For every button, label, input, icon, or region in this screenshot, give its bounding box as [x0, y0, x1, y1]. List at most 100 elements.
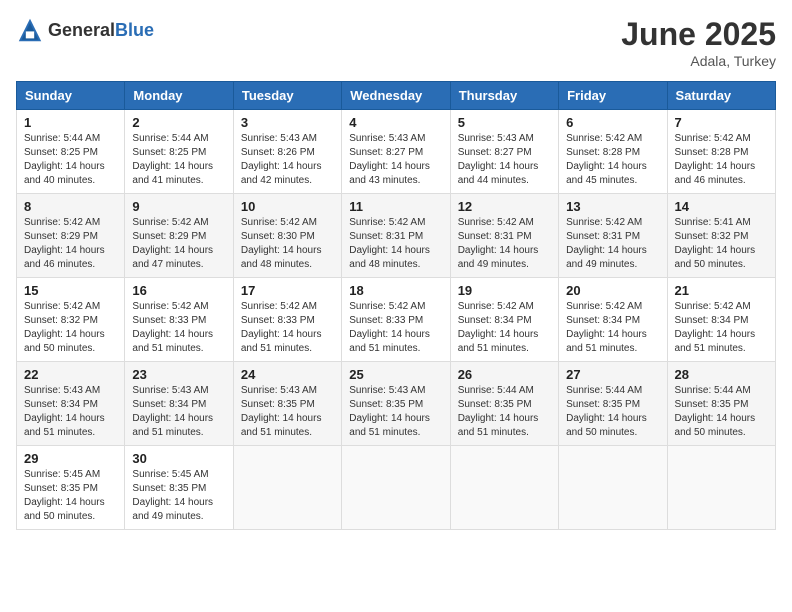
sunrise-label: Sunrise: 5:42 AM [566, 217, 642, 228]
daylight-label: Daylight: 14 hours and 51 minutes. [132, 329, 213, 354]
daylight-label: Daylight: 14 hours and 51 minutes. [566, 329, 647, 354]
sunset-label: Sunset: 8:35 PM [132, 483, 206, 494]
cell-info: Sunrise: 5:42 AMSunset: 8:29 PMDaylight:… [132, 216, 225, 272]
sunset-label: Sunset: 8:25 PM [24, 147, 98, 158]
sunset-label: Sunset: 8:34 PM [675, 315, 749, 326]
sunset-label: Sunset: 8:31 PM [566, 231, 640, 242]
table-row: 26 Sunrise: 5:44 AMSunset: 8:35 PMDayligh… [450, 362, 558, 446]
table-row: 6Sunrise: 5:42 AMSunset: 8:28 PMDaylight… [559, 110, 667, 194]
cell-info: Sunrise: 5:42 AMSunset: 8:34 PMDaylight:… [458, 300, 551, 356]
sunrise-label: Sunrise: 5:42 AM [458, 217, 534, 228]
cell-info: Sunrise: 5:42 AMSunset: 8:32 PMDaylight:… [24, 300, 117, 356]
table-row [342, 446, 450, 530]
cell-info: Sunrise: 5:42 AMSunset: 8:31 PMDaylight:… [458, 216, 551, 272]
sunset-label: Sunset: 8:35 PM [241, 399, 315, 410]
sunrise-label: Sunrise: 5:42 AM [132, 301, 208, 312]
sunrise-label: Sunrise: 5:42 AM [349, 217, 425, 228]
table-row: 22Sunrise: 5:43 AMSunset: 8:34 PMDayligh… [17, 362, 125, 446]
sunset-label: Sunset: 8:27 PM [458, 147, 532, 158]
cell-info: Sunrise: 5:42 AMSunset: 8:28 PMDaylight:… [566, 132, 659, 188]
sunrise-label: Sunrise: 5:42 AM [24, 217, 100, 228]
col-friday: Friday [559, 82, 667, 110]
daylight-label: Daylight: 14 hours and 48 minutes. [241, 245, 322, 270]
sunrise-label: Sunrise: 5:42 AM [132, 217, 208, 228]
table-row [233, 446, 341, 530]
cell-info: Sunrise: 5:42 AMSunset: 8:31 PMDaylight:… [349, 216, 442, 272]
location-subtitle: Adala, Turkey [621, 53, 776, 69]
sunrise-label: Sunrise: 5:45 AM [132, 469, 208, 480]
day-number: 7 [675, 115, 768, 130]
cell-info: Sunrise: 5:42 AMSunset: 8:29 PMDaylight:… [24, 216, 117, 272]
logo-general: General [48, 20, 115, 40]
cell-info: Sunrise: 5:41 AMSunset: 8:32 PMDaylight:… [675, 216, 768, 272]
daylight-label: Daylight: 14 hours and 51 minutes. [241, 413, 322, 438]
sunrise-label: Sunrise: 5:44 AM [24, 133, 100, 144]
day-number: 29 [24, 451, 117, 466]
daylight-label: Daylight: 14 hours and 51 minutes. [241, 329, 322, 354]
daylight-label: Daylight: 14 hours and 50 minutes. [24, 497, 105, 522]
table-row: 3 Sunrise: 5:43 AMSunset: 8:26 PMDaylight… [233, 110, 341, 194]
table-row: 7 Sunrise: 5:42 AMSunset: 8:28 PMDaylight… [667, 110, 775, 194]
daylight-label: Daylight: 14 hours and 49 minutes. [566, 245, 647, 270]
sunrise-label: Sunrise: 5:45 AM [24, 469, 100, 480]
sunset-label: Sunset: 8:31 PM [458, 231, 532, 242]
sunrise-label: Sunrise: 5:42 AM [675, 301, 751, 312]
col-thursday: Thursday [450, 82, 558, 110]
sunrise-label: Sunrise: 5:42 AM [241, 217, 317, 228]
daylight-label: Daylight: 14 hours and 51 minutes. [349, 329, 430, 354]
sunset-label: Sunset: 8:32 PM [24, 315, 98, 326]
cell-info: Sunrise: 5:43 AM Sunset: 8:35 PM Daylight:… [241, 384, 334, 440]
day-number: 17 [241, 283, 334, 298]
sunrise-label: Sunrise: 5:42 AM [241, 301, 317, 312]
daylight-label: Daylight: 14 hours and 46 minutes. [24, 245, 105, 270]
sunrise-label: Sunrise: 5:43 AM [458, 133, 534, 144]
day-number: 11 [349, 199, 442, 214]
day-number: 4 [349, 115, 442, 130]
sunset-label: Sunset: 8:32 PM [675, 231, 749, 242]
calendar-table: Sunday Monday Tuesday Wednesday Thursday… [16, 81, 776, 530]
cell-info: Sunrise: 5:42 AMSunset: 8:28 PMDaylight:… [675, 132, 768, 188]
table-row: 8Sunrise: 5:42 AMSunset: 8:29 PMDaylight… [17, 194, 125, 278]
cell-info: Sunrise: 5:42 AMSunset: 8:33 PMDaylight:… [132, 300, 225, 356]
table-row: 9Sunrise: 5:42 AMSunset: 8:29 PMDaylight… [125, 194, 233, 278]
table-row: 11Sunrise: 5:42 AMSunset: 8:31 PMDayligh… [342, 194, 450, 278]
table-row: 24Sunrise: 5:43 AMSunset: 8:35 PMDayligh… [233, 362, 341, 446]
daylight-label: Daylight: 14 hours and 42 minutes. [241, 161, 322, 186]
daylight-label: Daylight: 14 hours and 41 minutes. [132, 161, 213, 186]
day-number: 2 [132, 115, 225, 130]
table-row: 28Sunrise: 5:44 AMSunset: 8:35 PMDayligh… [667, 362, 775, 446]
table-row: 14 Sunrise: 5:41 AMSunset: 8:32 PMDayligh… [667, 194, 775, 278]
calendar-week-row: 22 Sunrise: 5:43 AMSunset: 8:34 PMDayligh… [17, 362, 776, 446]
sunrise-label: Sunrise: 5:43 AM [349, 133, 425, 144]
day-number: 15 [24, 283, 117, 298]
table-row: 13Sunrise: 5:42 AMSunset: 8:31 PMDayligh… [559, 194, 667, 278]
table-row: 15 Sunrise: 5:42 AMSunset: 8:32 PMDayligh… [17, 278, 125, 362]
cell-info: Sunrise: 5:44 AMSunset: 8:25 PMDaylight:… [24, 132, 117, 188]
daylight-label: Daylight: 14 hours and 51 minutes. [349, 413, 430, 438]
day-number: 14 [675, 199, 768, 214]
sunrise-label: Sunrise: 5:43 AM [241, 385, 317, 396]
daylight-label: Daylight: 14 hours and 49 minutes. [132, 497, 213, 522]
col-sunday: Sunday [17, 82, 125, 110]
sunrise-label: Sunrise: 5:42 AM [458, 301, 534, 312]
day-number: 18 [349, 283, 442, 298]
sunset-label: Sunset: 8:31 PM [349, 231, 423, 242]
day-number: 26 [458, 367, 551, 382]
cell-info: Sunrise: 5:43 AMSunset: 8:34 PMDaylight:… [132, 384, 225, 440]
cell-info: Sunrise: 5:43 AMSunset: 8:35 PMDaylight:… [349, 384, 442, 440]
table-row [667, 446, 775, 530]
cell-info: Sunrise: 5:44 AMSunset: 8:35 PMDaylight:… [458, 384, 551, 440]
cell-info: Sunrise: 5:43 AMSunset: 8:26 PMDaylight:… [241, 132, 334, 188]
generalblue-logo-icon [16, 16, 44, 44]
daylight-label: Daylight: 14 hours and 51 minutes. [132, 413, 213, 438]
sunrise-label: Sunrise: 5:44 AM [566, 385, 642, 396]
day-number: 3 [241, 115, 334, 130]
cell-info: Sunrise: 5:43 AMSunset: 8:27 PMDaylight:… [458, 132, 551, 188]
day-number: 30 [132, 451, 225, 466]
sunrise-label: Sunrise: 5:43 AM [241, 133, 317, 144]
daylight-label: Daylight: 14 hours and 50 minutes. [24, 329, 105, 354]
daylight-label: Daylight: 14 hours and 50 minutes. [566, 413, 647, 438]
daylight-label: Daylight: 14 hours and 51 minutes. [675, 329, 756, 354]
sunrise-label: Sunrise: 5:42 AM [349, 301, 425, 312]
day-number: 22 [24, 367, 117, 382]
